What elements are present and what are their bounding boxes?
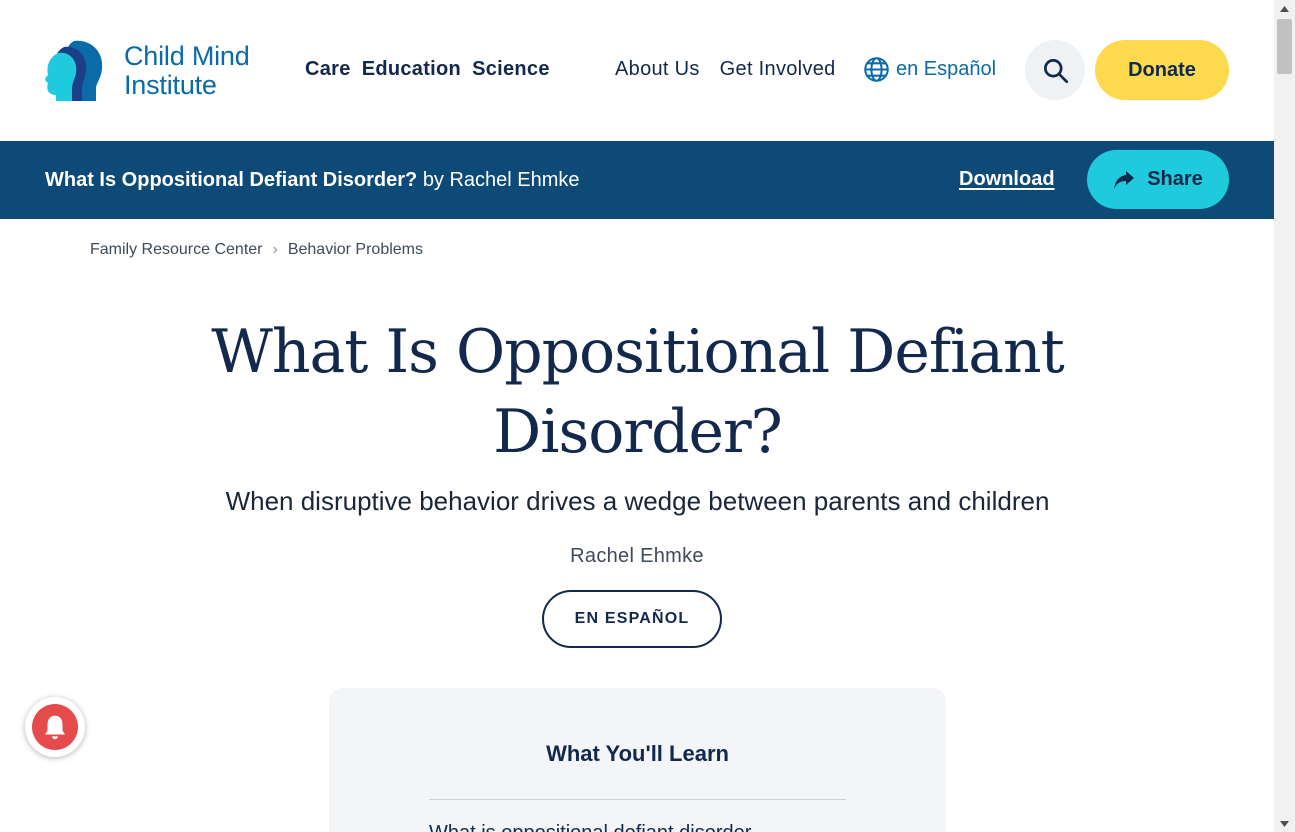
secondary-nav: About Us Get Involved — [615, 58, 836, 81]
learn-box-item: What is oppositional defiant disorder — [429, 822, 751, 832]
page-scrollbar[interactable] — [1274, 0, 1295, 832]
what-youll-learn-box: What You'll Learn What is oppositional d… — [329, 688, 946, 832]
share-button-label: Share — [1147, 168, 1203, 190]
page-title-line-2: Disorder? — [493, 397, 783, 467]
logo-line-2: Institute — [124, 70, 217, 100]
scrollbar-thumb[interactable] — [1277, 19, 1292, 74]
breadcrumb: Family Resource Center › Behavior Proble… — [90, 241, 423, 259]
breadcrumb-item-family-resource-center[interactable]: Family Resource Center — [90, 241, 263, 259]
primary-nav: Care Education Science — [305, 58, 550, 81]
article-author[interactable]: Rachel Ehmke — [437, 545, 837, 568]
nav-item-get-involved[interactable]: Get Involved — [720, 58, 836, 81]
article-bar-title: What Is Oppositional Defiant Disorder? b… — [45, 169, 580, 192]
globe-icon — [864, 57, 889, 82]
scroll-down-arrow-icon[interactable] — [1274, 815, 1295, 832]
en-espanol-button[interactable]: EN ESPAÑOL — [542, 590, 722, 648]
learn-box-heading: What You'll Learn — [546, 741, 729, 766]
learn-box-divider — [429, 799, 846, 800]
page-title: What Is Oppositional Defiant Disorder? — [160, 312, 1115, 472]
language-link-label: en Español — [896, 58, 997, 80]
search-button[interactable] — [1025, 40, 1085, 100]
nav-item-education[interactable]: Education — [362, 58, 461, 81]
share-button[interactable]: Share — [1087, 150, 1229, 209]
chevron-right-icon: › — [272, 241, 278, 258]
language-link[interactable]: en Español — [863, 56, 996, 83]
scroll-up-arrow-icon[interactable] — [1274, 0, 1295, 17]
download-link[interactable]: Download — [959, 168, 1055, 191]
donate-button[interactable]: Donate — [1095, 40, 1229, 100]
nav-item-care[interactable]: Care — [305, 58, 351, 81]
bell-icon — [45, 715, 65, 740]
page-title-line-1: What Is Oppositional Defiant — [211, 317, 1065, 387]
logo-icon — [45, 40, 103, 101]
article-bar-byline: by Rachel Ehmke — [422, 169, 580, 191]
article-bar-headline: What Is Oppositional Defiant Disorder? — [45, 169, 418, 191]
notification-bell-button[interactable] — [25, 697, 85, 757]
search-icon — [1043, 58, 1068, 83]
share-arrow-icon — [1114, 170, 1135, 189]
site-header: Child Mind Institute Care Education Scie… — [0, 0, 1274, 141]
logo-line-1: Child Mind — [124, 41, 250, 71]
nav-item-about-us[interactable]: About Us — [615, 58, 700, 81]
article-bar: What Is Oppositional Defiant Disorder? b… — [0, 141, 1274, 219]
article-subtitle: When disruptive behavior drives a wedge … — [225, 486, 1050, 516]
breadcrumb-item-behavior-problems[interactable]: Behavior Problems — [288, 241, 423, 259]
site-logo[interactable]: Child Mind Institute — [44, 36, 284, 106]
nav-item-science[interactable]: Science — [472, 58, 550, 81]
